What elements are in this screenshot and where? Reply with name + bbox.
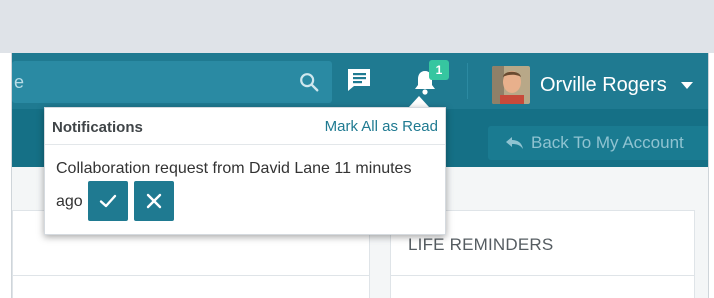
accept-collaboration-button[interactable] (88, 181, 128, 221)
life-reminders-title: LIFE REMINDERS (408, 235, 554, 254)
notifications-popup-header: Notifications Mark All as Read (45, 108, 445, 145)
notification-count-badge: 1 (429, 60, 449, 80)
panel-divider (12, 275, 370, 276)
header-bar: e 1 Orville Rogers (12, 53, 708, 109)
back-arrow-icon (506, 137, 523, 149)
notifications-title: Notifications (52, 119, 143, 136)
caret-down-icon[interactable] (681, 82, 693, 89)
header-divider (467, 63, 468, 99)
user-name[interactable]: Orville Rogers (540, 74, 667, 97)
notification-message-continued: ago (56, 193, 83, 210)
check-icon (99, 194, 117, 208)
close-icon (146, 193, 162, 209)
search-icon[interactable] (298, 71, 320, 93)
back-to-account-button[interactable]: Back To My Account (488, 126, 708, 160)
chat-icon[interactable] (345, 67, 373, 93)
notifications-bell-button[interactable]: 1 (412, 60, 452, 99)
browser-top-area (0, 0, 714, 53)
search-input[interactable]: e (12, 61, 332, 103)
notification-message: Collaboration request from David Lane 11… (56, 160, 412, 177)
panel-divider (390, 275, 695, 276)
mark-all-read-link[interactable]: Mark All as Read (325, 118, 438, 135)
reject-collaboration-button[interactable] (134, 181, 174, 221)
back-button-label: Back To My Account (531, 133, 684, 152)
notifications-popup: Notifications Mark All as Read Collabora… (44, 107, 446, 235)
avatar[interactable] (492, 66, 530, 104)
popup-pointer (409, 96, 429, 107)
search-placeholder: e (14, 72, 25, 92)
